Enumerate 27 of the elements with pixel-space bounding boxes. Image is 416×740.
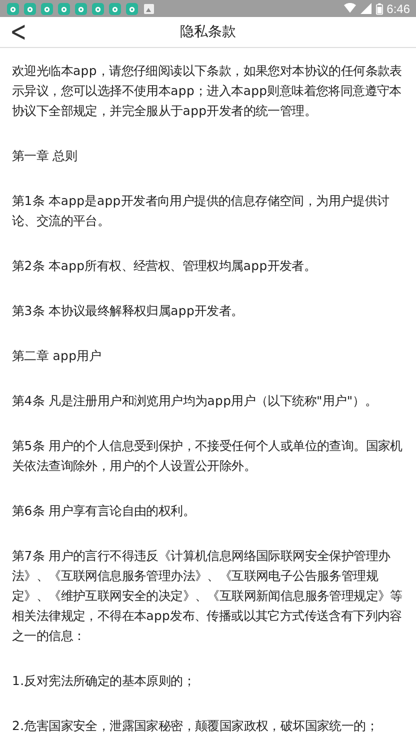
app-notification-icon bbox=[58, 2, 70, 14]
terms-paragraph: 第1条 本app是app开发者向用户提供的信息存储空间，为用户提供讨论、交流的平台。 bbox=[12, 192, 390, 230]
terms-paragraph: 1.反对宪法所确定的基本原则的； bbox=[12, 672, 196, 690]
terms-paragraph: 欢迎光临本app，请您仔细阅读以下条款，如果您对本协议的任何条款表示异议，您可以选择不使用本app；进入本app则意味着您将同意遵守本协议下全部规定，并完全服从于app开发者的统一管理。 bbox=[12, 62, 403, 120]
image-notification-icon bbox=[143, 2, 155, 14]
terms-paragraph: 第2条 本app所有权、经营权、管理权均属app开发者。 bbox=[12, 257, 318, 275]
terms-paragraph: 第3条 本协议最终解释权归属app开发者。 bbox=[12, 302, 244, 320]
app-notification-icon bbox=[41, 2, 53, 14]
terms-paragraph: 第6条 用户享有言论自由的权利。 bbox=[12, 502, 196, 520]
terms-paragraph: 第二章 app用户 bbox=[12, 347, 102, 365]
terms-paragraph: 2.危害国家安全，泄露国家秘密，颠覆国家政权，破坏国家统一的； bbox=[12, 717, 380, 735]
app-notification-icon bbox=[92, 2, 104, 14]
app-notification-icon bbox=[75, 2, 87, 14]
terms-paragraph: 第4条 凡是注册用户和浏览用户均为app用户（以下统称"用户"）。 bbox=[12, 392, 378, 410]
app-notification-icon bbox=[126, 2, 138, 14]
status-time: 6:46 bbox=[386, 2, 410, 16]
terms-paragraph: 第一章 总则 bbox=[12, 147, 78, 165]
battery-icon bbox=[376, 2, 383, 14]
back-button[interactable]: < bbox=[6, 14, 31, 48]
wifi-icon bbox=[344, 3, 356, 14]
signal-icon bbox=[360, 3, 372, 14]
terms-paragraph: 第5条 用户的个人信息受到保护，不接受任何个人或单位的查询。国家机关依法查询除外，用户的个人设置公开除外。 bbox=[12, 437, 403, 475]
page-title: 隐私条款 bbox=[180, 23, 236, 41]
app-notification-icon bbox=[24, 2, 36, 14]
app-notification-icon bbox=[109, 2, 121, 14]
terms-paragraph: 第7条 用户的言行不得违反《计算机信息网络国际联网安全保护管理办法》、《互联网信息服务管理办法》、《互联网电子公告服务管理规定》、《维护互联网安全的决定》、《互联网新闻信息服务管理规定》等相关法律规定，不得在本app发布、传播或以其它方式传送含有下列内容之一的信息： bbox=[12, 547, 403, 645]
app-notification-icon bbox=[7, 2, 19, 14]
